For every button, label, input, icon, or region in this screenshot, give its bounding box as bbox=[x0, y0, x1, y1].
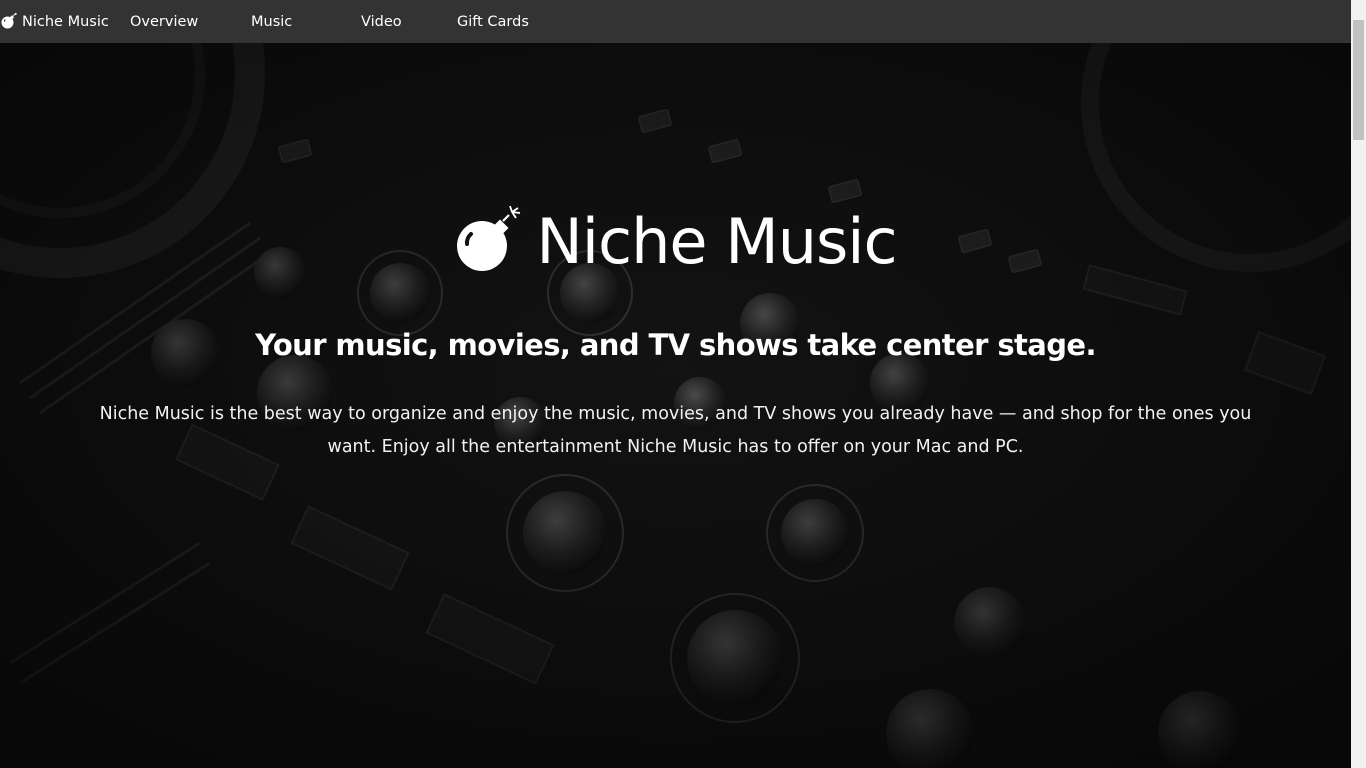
nav-overview[interactable]: Overview bbox=[130, 0, 198, 43]
hero-title: Niche Music bbox=[536, 205, 897, 278]
hero-description: Niche Music is the best way to organize … bbox=[99, 404, 1252, 457]
nav-video[interactable]: Video bbox=[361, 0, 402, 43]
nav-music[interactable]: Music bbox=[251, 0, 292, 43]
brand-label: Niche Music bbox=[22, 13, 109, 30]
brand-link[interactable]: Niche Music bbox=[0, 0, 109, 43]
vertical-scrollbar[interactable] bbox=[1351, 0, 1366, 768]
hero-section: Niche Music Your music, movies, and TV s… bbox=[0, 43, 1351, 768]
hero-logo-row: Niche Music bbox=[0, 205, 1351, 278]
scrollbar-thumb[interactable] bbox=[1353, 20, 1364, 140]
hero-subtitle: Your music, movies, and TV shows take ce… bbox=[255, 328, 1096, 362]
nav-gift-cards[interactable]: Gift Cards bbox=[457, 0, 529, 43]
bomb-icon bbox=[1, 12, 17, 29]
hero-content: Niche Music Your music, movies, and TV s… bbox=[0, 43, 1351, 768]
top-navbar: Niche Music Overview Music Video Gift Ca… bbox=[0, 0, 1351, 43]
bomb-icon bbox=[457, 205, 521, 271]
